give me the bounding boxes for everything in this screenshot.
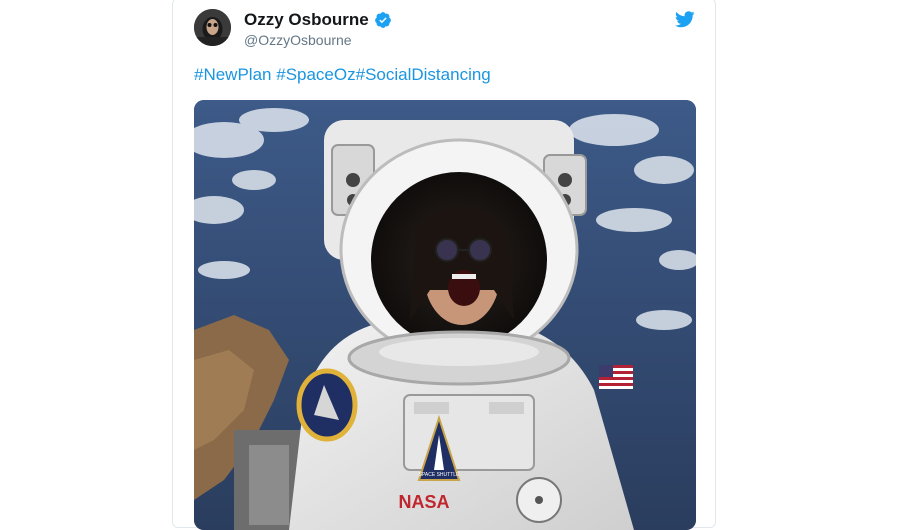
tweet-photo[interactable]: SPACE SHUTTLE NASA: [194, 100, 696, 530]
twitter-bird-icon[interactable]: [675, 11, 695, 28]
flag-patch: [599, 365, 633, 389]
author-name[interactable]: Ozzy Osbourne: [244, 10, 369, 30]
hashtag-socialdistancing[interactable]: #SocialDistancing: [356, 65, 491, 84]
nasa-logo: NASA: [398, 492, 449, 512]
avatar[interactable]: [194, 9, 231, 46]
author-handle[interactable]: @OzzyOsbourne: [244, 32, 352, 48]
avatar-image: [194, 9, 231, 46]
hashtag-newplan[interactable]: #NewPlan: [194, 65, 272, 84]
verified-badge-icon: [375, 12, 391, 28]
astronaut-photo: SPACE SHUTTLE NASA: [194, 100, 696, 530]
tweet-card: Ozzy Osbourne @OzzyOsbourne #NewPlan #Sp…: [172, 0, 716, 530]
svg-text:SPACE SHUTTLE: SPACE SHUTTLE: [419, 472, 460, 478]
tweet-text: #NewPlan #SpaceOz#SocialDistancing: [194, 65, 491, 85]
hashtag-spaceoz[interactable]: #SpaceOz: [276, 65, 355, 84]
